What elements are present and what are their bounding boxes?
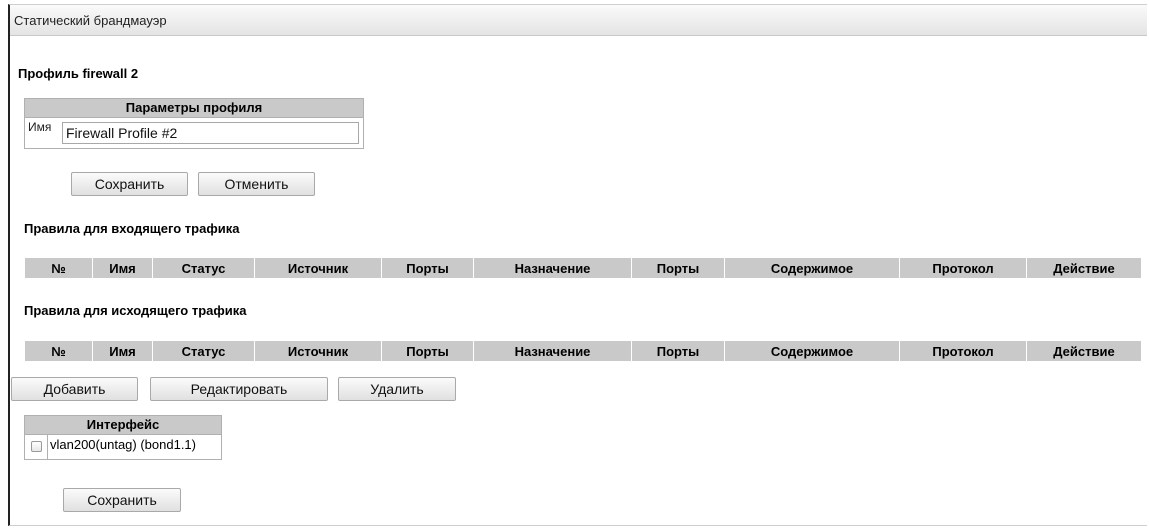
panel-title: Статический брандмауэр [14,13,167,28]
static-firewall-panel: Статический брандмауэр Профиль firewall … [8,4,1147,526]
edit-rule-button[interactable]: Редактировать [150,377,328,401]
save-button[interactable]: Сохранить [71,172,188,196]
save-interfaces-button[interactable]: Сохранить [63,488,181,512]
column-header[interactable]: Содержимое [724,340,900,362]
outgoing-rules-table: № Имя Статус Источник Порты Назначение П… [24,340,1142,362]
column-header[interactable]: Источник [254,257,382,279]
column-header[interactable]: Порты [631,340,725,362]
column-header[interactable]: Содержимое [724,257,900,279]
profile-name-label: Имя [28,120,52,134]
column-header[interactable]: Порты [631,257,725,279]
interface-header: Интерфейс [25,416,221,435]
column-header[interactable]: Порты [381,340,474,362]
interface-table: Интерфейс vlan200(untag) (bond1.1) [24,415,222,460]
cell-divider [47,435,48,459]
outgoing-rules-title: Правила для исходящего трафика [24,303,247,318]
column-header[interactable]: № [24,340,93,362]
incoming-rules-table: № Имя Статус Источник Порты Назначение П… [24,257,1142,279]
column-header[interactable]: Статус [152,257,255,279]
column-header[interactable]: Назначение [473,257,632,279]
profile-params-header: Параметры профиля [25,99,363,118]
column-header[interactable]: Действие [1026,340,1142,362]
interface-row[interactable]: vlan200(untag) (bond1.1) [25,435,221,459]
column-header[interactable]: Протокол [899,257,1027,279]
column-header[interactable]: Имя [92,340,153,362]
profile-heading: Профиль firewall 2 [18,66,139,81]
interface-checkbox[interactable] [31,441,42,452]
add-rule-button[interactable]: Добавить [11,377,138,401]
column-header[interactable]: Действие [1026,257,1142,279]
delete-rule-button[interactable]: Удалить [338,377,456,401]
column-header[interactable]: Источник [254,340,382,362]
column-header[interactable]: Порты [381,257,474,279]
incoming-rules-header-row: № Имя Статус Источник Порты Назначение П… [24,257,1142,279]
column-header[interactable]: Назначение [473,340,632,362]
profile-params-table: Параметры профиля Имя [24,98,364,149]
column-header[interactable]: № [24,257,93,279]
column-header[interactable]: Статус [152,340,255,362]
profile-name-input[interactable] [62,122,359,144]
column-header[interactable]: Протокол [899,340,1027,362]
profile-name-row: Имя [25,118,363,148]
panel-titlebar: Статический брандмауэр [10,5,1147,36]
cancel-button[interactable]: Отменить [198,172,315,196]
column-header[interactable]: Имя [92,257,153,279]
incoming-rules-title: Правила для входящего трафика [24,221,240,236]
outgoing-rules-header-row: № Имя Статус Источник Порты Назначение П… [24,340,1142,362]
interface-label: vlan200(untag) (bond1.1) [50,437,196,452]
